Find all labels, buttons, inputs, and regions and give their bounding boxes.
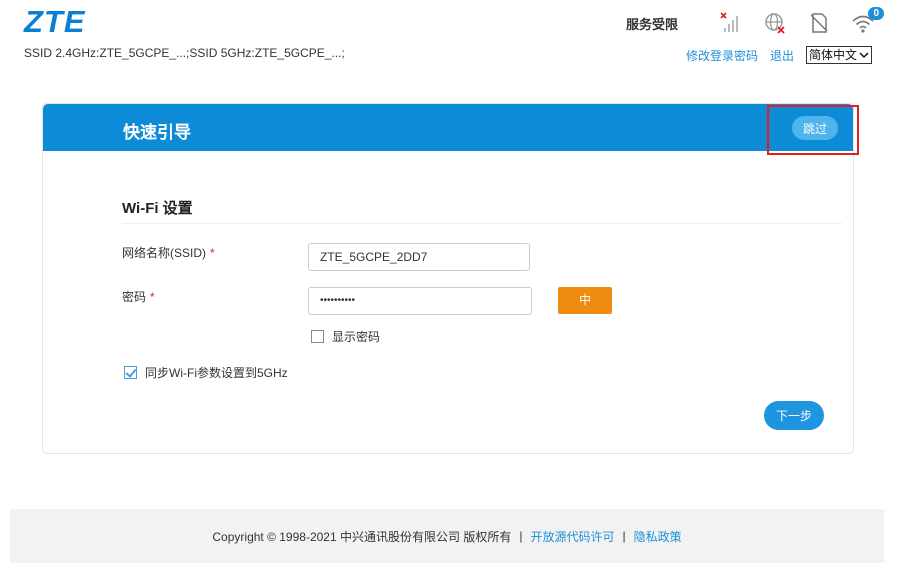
privacy-policy-link[interactable]: 隐私政策 bbox=[634, 528, 682, 545]
password-label-text: 密码 bbox=[122, 290, 147, 304]
show-password-checkbox[interactable] bbox=[311, 330, 324, 343]
signal-no-service-icon bbox=[718, 10, 744, 36]
service-status-text: 服务受限 bbox=[625, 16, 678, 32]
language-selected-value: 简体中文 bbox=[808, 48, 857, 62]
password-label: 密码 * bbox=[122, 288, 155, 305]
section-divider bbox=[122, 223, 842, 224]
header-links: 修改登录密码 退出 简体中文 bbox=[674, 46, 872, 64]
no-sim-icon bbox=[806, 10, 832, 36]
ssid-input[interactable]: ZTE_5GCPE_2DD7 bbox=[308, 243, 530, 271]
ssid-required-mark: * bbox=[210, 246, 215, 260]
wifi-client-count-badge: 0 bbox=[868, 7, 884, 20]
next-step-button[interactable]: 下一步 bbox=[764, 401, 824, 430]
change-password-link[interactable]: 修改登录密码 bbox=[686, 47, 758, 64]
quick-setup-header: 快速引导 跳过 bbox=[43, 104, 853, 151]
skip-highlight-box bbox=[767, 105, 859, 155]
sync-5ghz-checkbox[interactable] bbox=[124, 366, 137, 379]
password-required-mark: * bbox=[150, 290, 155, 304]
sync-5ghz-row[interactable]: 同步Wi-Fi参数设置到5GHz bbox=[124, 364, 288, 381]
network-disconnected-icon bbox=[762, 10, 788, 36]
status-bar: 服务受限 0 bbox=[625, 7, 884, 36]
ssid-label: 网络名称(SSID) * bbox=[122, 244, 215, 261]
password-input[interactable]: •••••••••• bbox=[308, 287, 532, 315]
copyright-text: Copyright © 1998-2021 中兴通讯股份有限公司 版权所有 bbox=[212, 529, 512, 544]
language-select[interactable]: 简体中文 bbox=[805, 46, 872, 64]
quick-setup-card: 快速引导 跳过 Wi-Fi 设置 网络名称(SSID) * ZTE_5GCPE_2… bbox=[42, 103, 854, 454]
footer-separator: | bbox=[519, 529, 523, 543]
footer-separator: | bbox=[622, 529, 626, 543]
zte-logo: ZTE bbox=[24, 4, 86, 39]
wifi-icon[interactable]: 0 bbox=[850, 7, 884, 36]
logout-link[interactable]: 退出 bbox=[770, 47, 794, 64]
ssid-label-text: 网络名称(SSID) bbox=[122, 246, 207, 260]
open-source-link[interactable]: 开放源代码许可 bbox=[530, 528, 614, 545]
show-password-row[interactable]: 显示密码 bbox=[311, 328, 380, 345]
quick-setup-title: 快速引导 bbox=[123, 123, 191, 142]
wifi-settings-title: Wi-Fi 设置 bbox=[122, 200, 193, 217]
sync-5ghz-label: 同步Wi-Fi参数设置到5GHz bbox=[145, 366, 288, 380]
password-strength-indicator: 中 bbox=[558, 287, 612, 314]
footer: Copyright © 1998-2021 中兴通讯股份有限公司 版权所有 | … bbox=[10, 509, 884, 563]
show-password-label: 显示密码 bbox=[332, 330, 381, 344]
ssid-info-text: SSID 2.4GHz:ZTE_5GCPE_...;SSID 5GHz:ZTE_… bbox=[24, 46, 345, 60]
chevron-down-icon bbox=[859, 52, 869, 59]
